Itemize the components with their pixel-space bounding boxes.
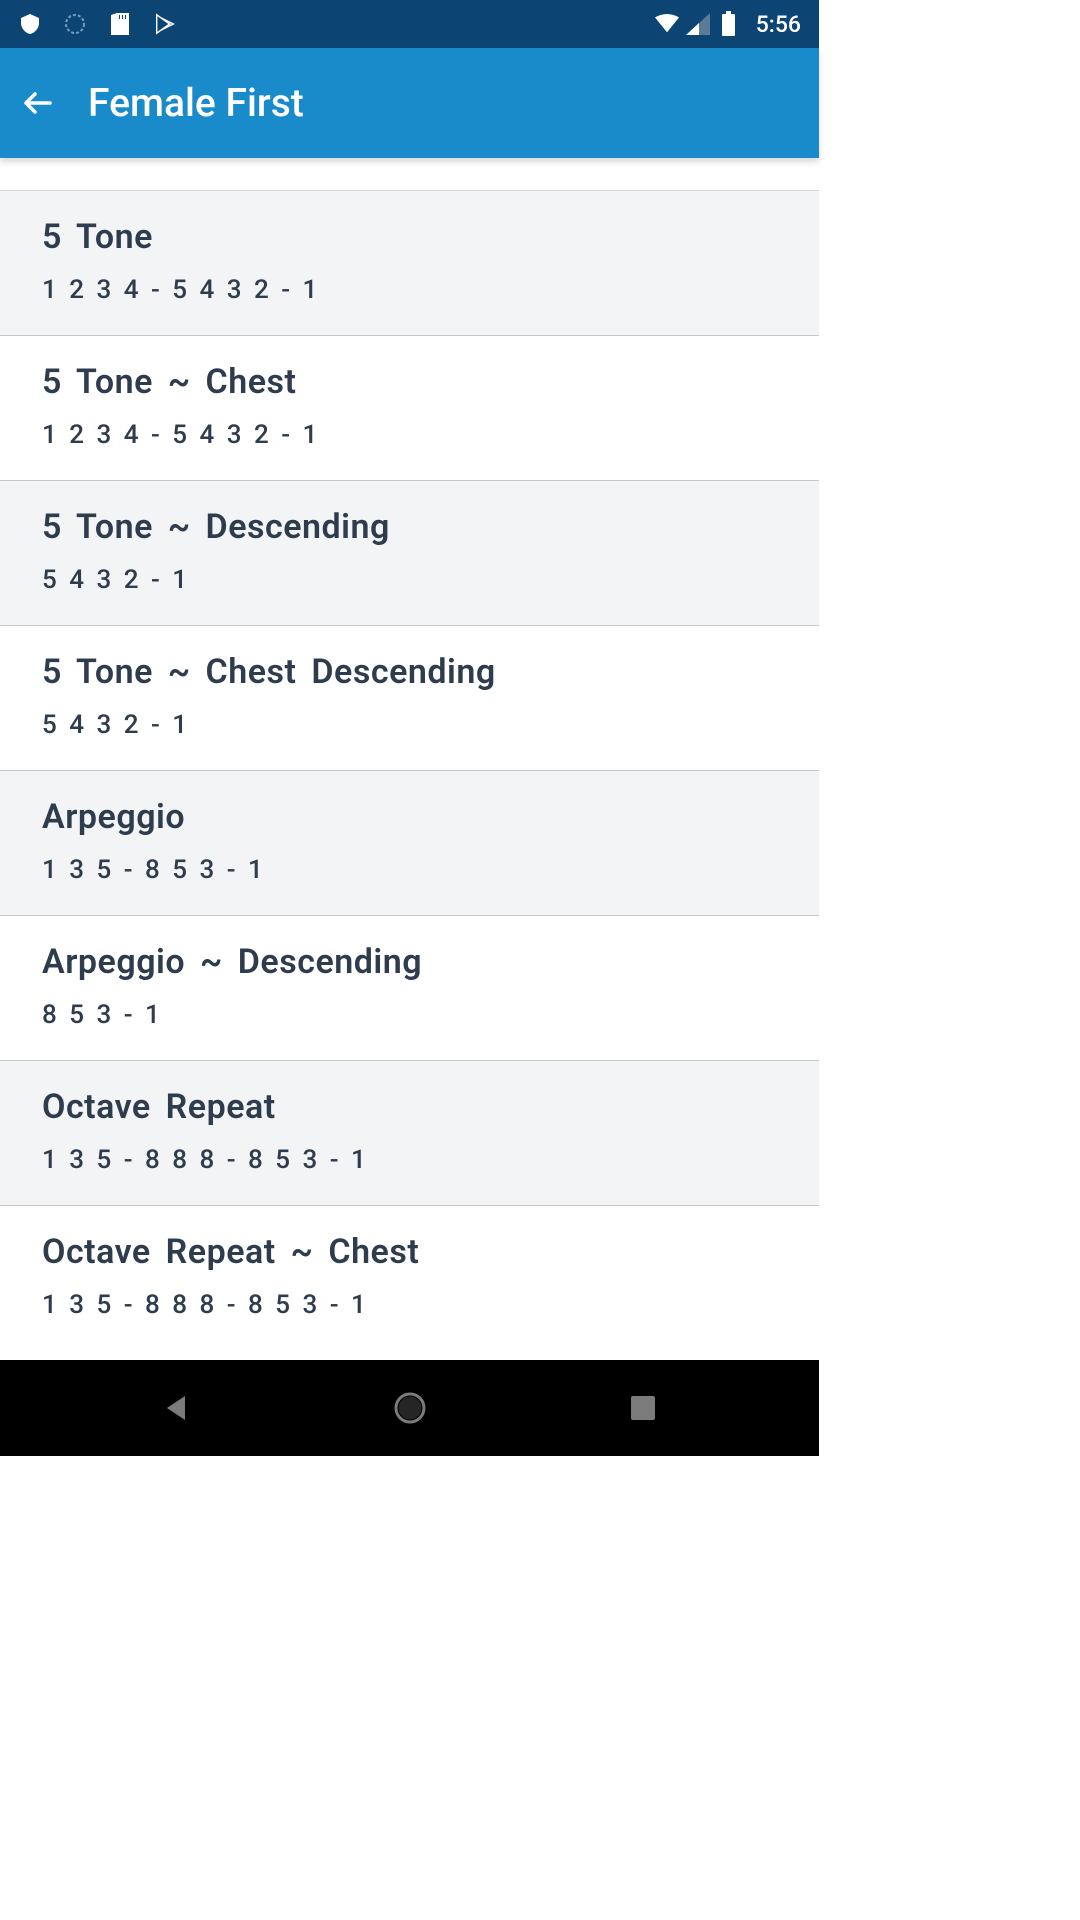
signal-icon [686, 12, 710, 36]
item-title: Arpeggio [42, 797, 777, 837]
item-subtitle: 1 3 5 - 8 8 8 - 8 5 3 - 1 [42, 1145, 777, 1175]
battery-icon [717, 12, 741, 36]
list-item[interactable]: 5 Tone ~ Chest Descending 5 4 3 2 - 1 [0, 625, 819, 770]
nav-recent-button[interactable] [621, 1386, 665, 1430]
item-subtitle: 5 4 3 2 - 1 [42, 565, 777, 595]
wifi-icon [655, 12, 679, 36]
item-subtitle: 1 3 5 - 8 5 3 - 1 [42, 855, 777, 885]
status-left-icons [18, 12, 177, 36]
sd-card-icon [108, 12, 132, 36]
item-subtitle: 1 2 3 4 - 5 4 3 2 - 1 [42, 420, 777, 450]
item-subtitle: 1 2 3 4 - 5 4 3 2 - 1 [42, 275, 777, 305]
page-title: Female First [88, 80, 304, 126]
triangle-back-icon [161, 1392, 193, 1424]
app-bar: Female First [0, 48, 819, 158]
item-subtitle: 8 5 3 - 1 [42, 1000, 777, 1030]
nav-back-button[interactable] [155, 1386, 199, 1430]
square-recent-icon [629, 1394, 657, 1422]
exercise-list[interactable]: 5 Tone 1 2 3 4 - 5 4 3 2 - 1 5 Tone ~ Ch… [0, 158, 819, 1360]
sync-icon [63, 12, 87, 36]
item-title: 5 Tone ~ Chest [42, 362, 777, 402]
nav-home-button[interactable] [388, 1386, 432, 1430]
circle-home-icon [392, 1390, 428, 1426]
item-title: Arpeggio ~ Descending [42, 942, 777, 982]
status-right-icons: 5:56 [655, 11, 801, 38]
status-time: 5:56 [756, 11, 801, 38]
list-item[interactable]: 5 Tone ~ Chest 1 2 3 4 - 5 4 3 2 - 1 [0, 335, 819, 480]
play-store-icon [153, 12, 177, 36]
item-subtitle: 5 4 3 2 - 1 [42, 710, 777, 740]
status-bar: 5:56 [0, 0, 819, 48]
back-arrow-icon [20, 85, 56, 121]
list-item[interactable]: Octave Repeat ~ Chest 1 3 5 - 8 8 8 - 8 … [0, 1205, 819, 1350]
list-item[interactable]: 5 Tone 1 2 3 4 - 5 4 3 2 - 1 [0, 190, 819, 335]
item-title: 5 Tone ~ Chest Descending [42, 652, 777, 692]
list-item[interactable]: 5 Tone ~ Descending 5 4 3 2 - 1 [0, 480, 819, 625]
shield-icon [18, 12, 42, 36]
navigation-bar [0, 1360, 819, 1456]
list-item[interactable]: Arpeggio 1 3 5 - 8 5 3 - 1 [0, 770, 819, 915]
item-title: 5 Tone ~ Descending [42, 507, 777, 547]
item-title: 5 Tone [42, 217, 777, 257]
item-title: Octave Repeat [42, 1087, 777, 1127]
list-item[interactable]: Octave Repeat 1 3 5 - 8 8 8 - 8 5 3 - 1 [0, 1060, 819, 1205]
list-item[interactable]: Arpeggio ~ Descending 8 5 3 - 1 [0, 915, 819, 1060]
back-button[interactable] [18, 83, 58, 123]
item-title: Octave Repeat ~ Chest [42, 1232, 777, 1272]
item-subtitle: 1 3 5 - 8 8 8 - 8 5 3 - 1 [42, 1290, 777, 1320]
